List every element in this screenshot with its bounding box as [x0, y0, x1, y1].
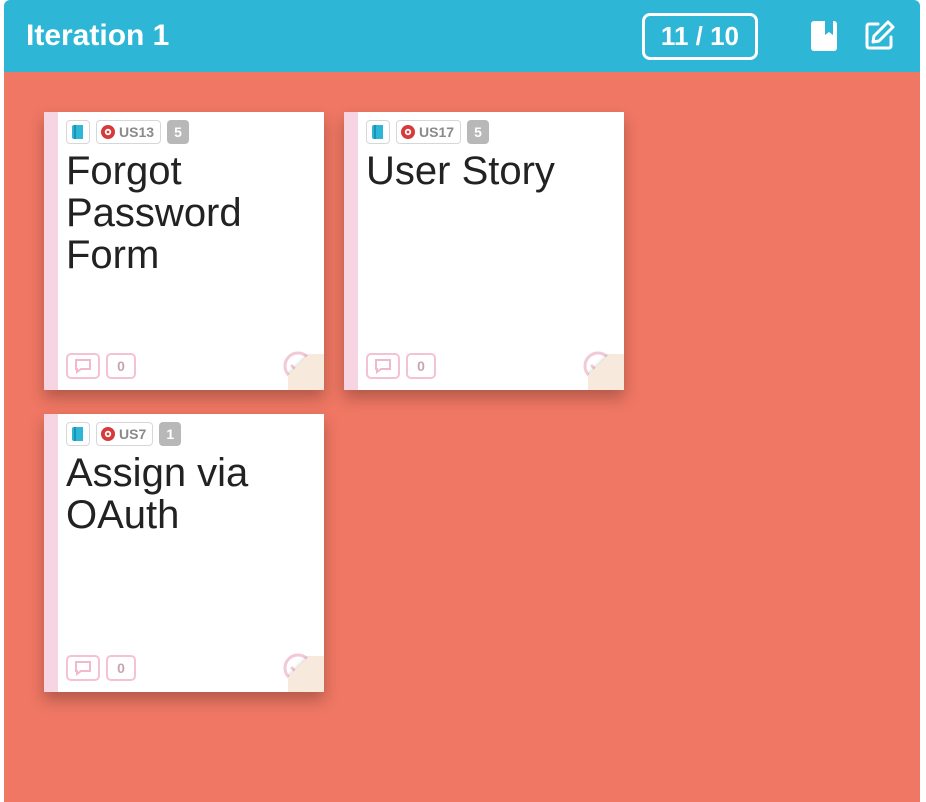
story-type-icon [400, 124, 416, 140]
book-icon [371, 124, 385, 140]
story-title: Assign via OAuth [66, 452, 314, 536]
card-color-edge [344, 112, 358, 390]
story-id: US7 [119, 426, 146, 442]
story-id: US13 [119, 124, 154, 140]
card-footer: 0 [66, 350, 314, 382]
card-body: US17 5 User Story 0 [358, 112, 624, 390]
story-id-badge[interactable]: US17 [396, 120, 461, 144]
project-badge[interactable] [366, 120, 390, 144]
tasks-count-badge[interactable]: 0 [406, 353, 436, 379]
iteration-panel: Iteration 1 11 / 10 [4, 0, 920, 802]
tasks-count: 0 [117, 660, 125, 676]
card-badges: US13 5 [66, 120, 314, 144]
story-id-badge[interactable]: US13 [96, 120, 161, 144]
comment-icon [74, 358, 92, 374]
book-icon [71, 124, 85, 140]
book-icon [71, 426, 85, 442]
comments-badge[interactable] [66, 353, 100, 379]
story-id-badge[interactable]: US7 [96, 422, 153, 446]
comment-icon [74, 660, 92, 676]
card-color-edge [44, 112, 58, 390]
story-title: User Story [366, 150, 614, 192]
card-dogear [588, 354, 624, 390]
comments-badge[interactable] [366, 353, 400, 379]
project-badge[interactable] [66, 422, 90, 446]
comment-icon [374, 358, 392, 374]
card-footer: 0 [366, 350, 614, 382]
story-type-icon [100, 124, 116, 140]
card-dogear [288, 656, 324, 692]
tasks-count-badge[interactable]: 0 [106, 353, 136, 379]
iteration-title: Iteration 1 [26, 19, 642, 53]
story-id: US17 [419, 124, 454, 140]
comments-badge[interactable] [66, 655, 100, 681]
story-points-badge: 5 [167, 120, 189, 144]
card-body: US13 5 Forgot Password Form 0 [58, 112, 324, 390]
bookmark-icon[interactable] [806, 18, 842, 54]
edit-icon[interactable] [862, 18, 898, 54]
tasks-count: 0 [117, 358, 125, 374]
card-dogear [288, 354, 324, 390]
story-title: Forgot Password Form [66, 150, 314, 276]
story-type-icon [100, 426, 116, 442]
iteration-points-badge: 11 / 10 [642, 13, 758, 60]
project-badge[interactable] [66, 120, 90, 144]
story-points-badge: 5 [467, 120, 489, 144]
card-body: US7 1 Assign via OAuth 0 [58, 414, 324, 692]
story-card[interactable]: US17 5 User Story 0 [344, 112, 624, 390]
story-card[interactable]: US13 5 Forgot Password Form 0 [44, 112, 324, 390]
card-badges: US7 1 [66, 422, 314, 446]
story-card[interactable]: US7 1 Assign via OAuth 0 [44, 414, 324, 692]
tasks-count-badge[interactable]: 0 [106, 655, 136, 681]
card-color-edge [44, 414, 58, 692]
story-points-badge: 1 [159, 422, 181, 446]
card-footer: 0 [66, 652, 314, 684]
card-badges: US17 5 [366, 120, 614, 144]
iteration-board: US13 5 Forgot Password Form 0 [4, 72, 920, 802]
iteration-header: Iteration 1 11 / 10 [4, 0, 920, 72]
tasks-count: 0 [417, 358, 425, 374]
